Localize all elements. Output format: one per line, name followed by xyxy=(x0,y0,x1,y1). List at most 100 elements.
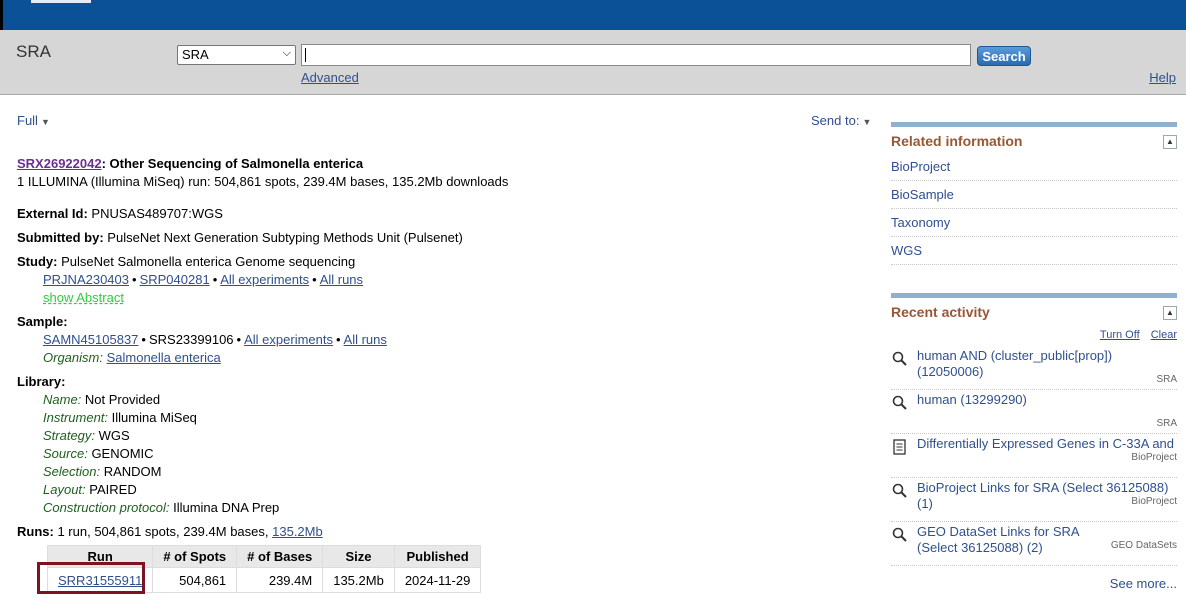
search-button[interactable]: Search xyxy=(977,46,1031,66)
recent-item-text[interactable]: human AND (cluster_public[prop]) (120500… xyxy=(917,348,1177,380)
external-id-row: External Id: PNUSAS489707:WGS xyxy=(17,205,877,223)
col-published: Published xyxy=(393,545,482,568)
caret-down-icon: ▼ xyxy=(40,117,50,127)
collapse-icon[interactable]: ▲ xyxy=(1163,135,1177,149)
study-all-experiments-link[interactable]: All experiments xyxy=(220,272,309,287)
search-icon xyxy=(892,527,907,542)
sample-all-experiments-link[interactable]: All experiments xyxy=(244,332,333,347)
database-select-value: SRA xyxy=(182,47,209,62)
recent-item-source: GEO DataSets xyxy=(1110,540,1177,551)
bioproject-link[interactable]: PRJNA230403 xyxy=(43,272,129,287)
caret-down-icon: ▼ xyxy=(862,117,872,127)
list-item[interactable]: GEO DataSet Links for SRA (Select 361250… xyxy=(891,522,1177,566)
sidebar: Related information ▲ BioProject BioSamp… xyxy=(891,95,1177,591)
study-row: Study: PulseNet Salmonella enterica Geno… xyxy=(17,253,877,271)
sample-all-runs-link[interactable]: All runs xyxy=(344,332,387,347)
related-biosample-link[interactable]: BioSample xyxy=(891,181,1177,209)
send-to-menu[interactable]: Send to: ▼ xyxy=(811,113,871,128)
published-cell: 2024-11-29 xyxy=(393,567,482,593)
show-abstract-row: show Abstract xyxy=(17,289,877,307)
database-select[interactable]: SRA ⌵ xyxy=(177,45,296,65)
recent-item-text[interactable]: human (13299290) xyxy=(917,392,1177,408)
collapse-icon[interactable]: ▲ xyxy=(1163,306,1177,320)
list-item[interactable]: human (13299290) SRA xyxy=(891,390,1177,434)
see-more-row: See more... xyxy=(891,576,1177,591)
study-all-runs-link[interactable]: All runs xyxy=(320,272,363,287)
record-content: SRX26922042: Other Sequencing of Salmone… xyxy=(17,155,877,541)
organism-link[interactable]: Salmonella enterica xyxy=(107,350,221,365)
search-icon xyxy=(892,483,907,498)
run-highlight-box xyxy=(37,562,145,594)
search-bar: SRA SRA ⌵ Search Advanced Help xyxy=(0,30,1186,95)
sample-row: Sample: xyxy=(17,313,877,331)
experiment-accession-link[interactable]: SRX26922042 xyxy=(17,156,102,171)
related-taxonomy-link[interactable]: Taxonomy xyxy=(891,209,1177,237)
runs-summary: 1 run, 504,861 spots, 239.4M bases, xyxy=(57,524,269,539)
submitted-by-label: Submitted by: xyxy=(17,230,104,245)
advanced-search-link[interactable]: Advanced xyxy=(301,70,359,85)
recent-item-source: BioProject xyxy=(1131,452,1177,463)
library-row: Library: xyxy=(17,373,877,391)
library-field-value: GENOMIC xyxy=(91,446,154,461)
external-id-label: External Id: xyxy=(17,206,88,221)
clear-link[interactable]: Clear xyxy=(1151,329,1177,341)
recent-item-source: BioProject xyxy=(1131,496,1177,507)
ncbi-logo[interactable] xyxy=(31,0,91,3)
recent-item-text[interactable]: GEO DataSet Links for SRA (Select 361250… xyxy=(917,524,1117,556)
library-field-key: Source: xyxy=(43,446,88,461)
external-id-value: PNUSAS489707:WGS xyxy=(91,206,223,221)
study-title: PulseNet Salmonella enterica Genome sequ… xyxy=(61,254,356,269)
display-format-label: Full xyxy=(17,113,38,128)
list-item[interactable]: human AND (cluster_public[prop]) (120500… xyxy=(891,346,1177,390)
recent-activity-title: Recent activity xyxy=(891,304,990,320)
library-field-value: Not Provided xyxy=(84,392,161,407)
search-input[interactable] xyxy=(301,44,971,66)
related-bioproject-link[interactable]: BioProject xyxy=(891,153,1177,181)
show-abstract-toggle[interactable]: show Abstract xyxy=(43,290,124,305)
sample-label: Sample: xyxy=(17,314,68,329)
related-info-header: Related information ▲ xyxy=(891,127,1177,153)
runs-size-link[interactable]: 135.2Mb xyxy=(272,524,323,539)
turn-off-link[interactable]: Turn Off xyxy=(1100,329,1140,341)
text-caret xyxy=(305,48,306,62)
search-icon xyxy=(892,395,907,410)
runs-label: Runs: xyxy=(17,524,54,539)
document-icon xyxy=(893,439,906,455)
col-bases: # of Bases xyxy=(236,545,324,568)
recent-activity-controls: Turn Off Clear xyxy=(891,324,1177,346)
library-field: Layout: PAIRED xyxy=(17,481,877,499)
list-item[interactable]: BioProject Links for SRA (Select 3612508… xyxy=(891,478,1177,522)
search-icon xyxy=(892,351,907,366)
recent-item-source: SRA xyxy=(1156,374,1177,385)
biosample-link[interactable]: SAMN45105837 xyxy=(43,332,138,347)
study-links: PRJNA230403 • SRP040281 • All experiments • Al… xyxy=(43,272,364,287)
library-field: Name: Not Provided xyxy=(17,391,877,409)
library-field-value: RANDOM xyxy=(103,464,162,479)
help-link[interactable]: Help xyxy=(1149,70,1176,85)
record-title-text: : Other Sequencing of Salmonella enteric… xyxy=(101,156,364,171)
library-field: Strategy: WGS xyxy=(17,427,877,445)
send-to-label: Send to: xyxy=(811,113,860,128)
library-field-value: Illumina MiSeq xyxy=(111,410,197,425)
related-wgs-link[interactable]: WGS xyxy=(891,237,1177,265)
library-field-key: Selection: xyxy=(43,464,101,479)
recent-item-source: SRA xyxy=(1156,418,1177,429)
runs-summary-row: Runs: 1 run, 504,861 spots, 239.4M bases… xyxy=(17,523,877,541)
library-field: Instrument: Illumina MiSeq xyxy=(17,409,877,427)
see-more-link[interactable]: See more... xyxy=(1110,576,1177,591)
bases-cell: 239.4M xyxy=(236,567,324,593)
library-field-key: Construction protocol: xyxy=(43,500,170,515)
col-size: Size xyxy=(322,545,395,568)
record-summary: 1 ILLUMINA (Illumina MiSeq) run: 504,861… xyxy=(17,174,509,189)
library-field-key: Name: xyxy=(43,392,82,407)
library-field-value: Illumina DNA Prep xyxy=(173,500,280,515)
chevron-down-icon: ⌵ xyxy=(282,47,291,59)
list-item[interactable]: Differentially Expressed Genes in C-33A … xyxy=(891,434,1177,478)
display-format-menu[interactable]: Full ▼ xyxy=(17,113,50,128)
database-title: SRA xyxy=(16,42,51,61)
srp-link[interactable]: SRP040281 xyxy=(140,272,210,287)
submitted-by-value: PulseNet Next Generation Subtyping Metho… xyxy=(107,230,463,245)
col-spots: # of Spots xyxy=(152,545,238,568)
library-field-key: Instrument: xyxy=(43,410,109,425)
library-field: Construction protocol: Illumina DNA Prep xyxy=(17,499,877,517)
